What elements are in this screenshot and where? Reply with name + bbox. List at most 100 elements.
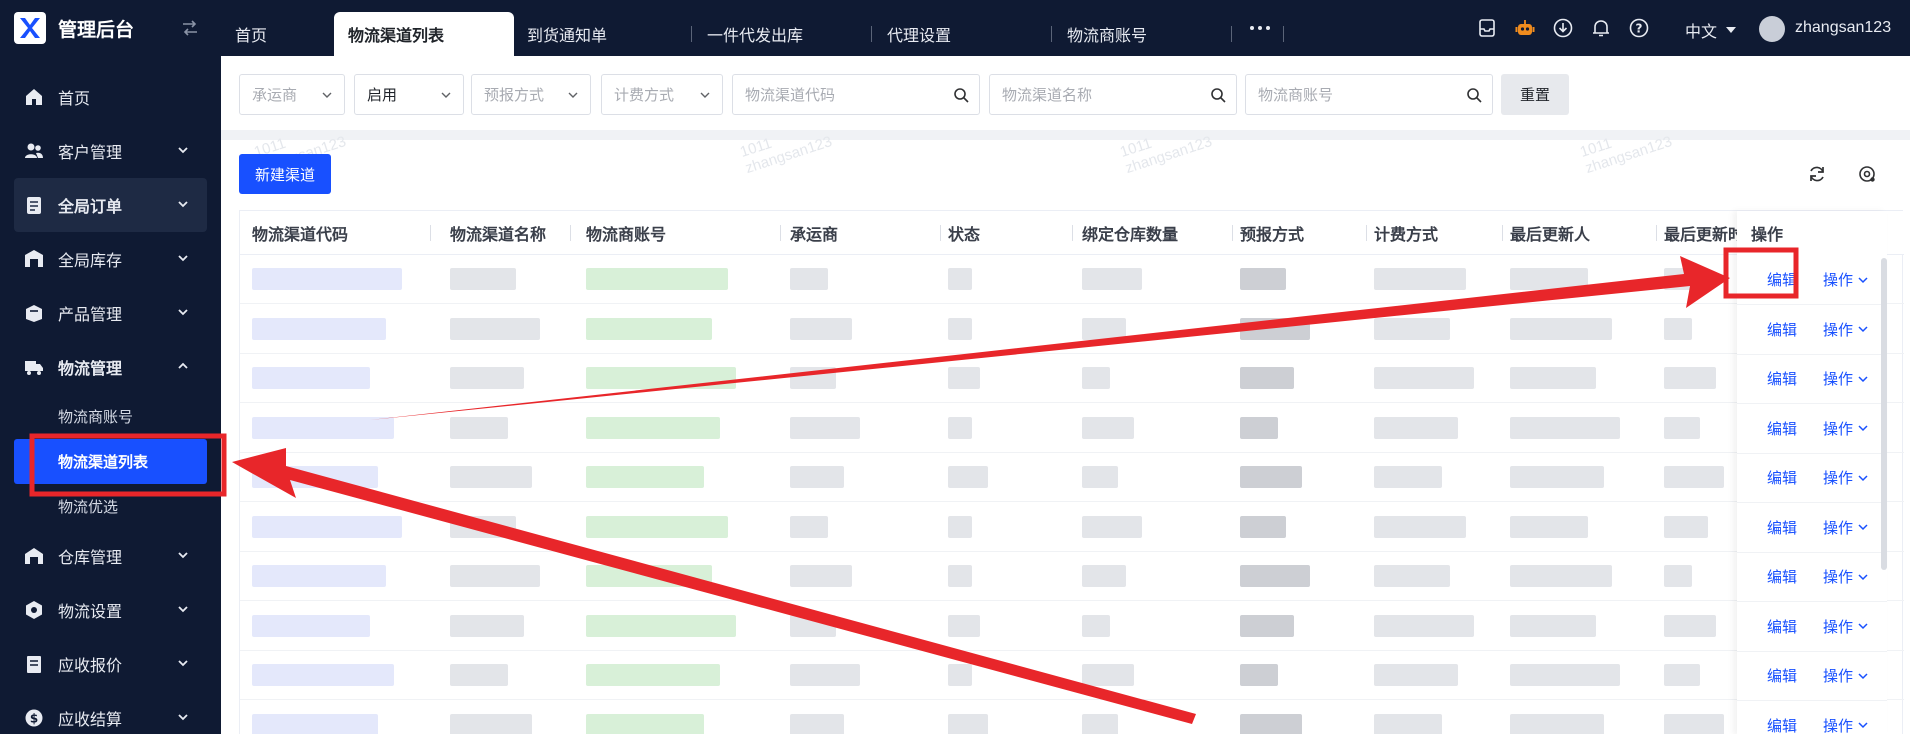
column-header: 操作 [1751,227,1784,244]
more-actions-dropdown[interactable]: 操作 [1823,517,1868,538]
more-actions-dropdown[interactable]: 操作 [1823,467,1868,488]
tab-provider-accounts[interactable]: 物流商账号 [1053,12,1229,56]
table-cell-redacted [1664,713,1724,734]
help-icon[interactable]: ? [1629,18,1649,38]
table-row [240,602,1904,651]
table-cell-redacted [252,614,370,637]
row-divider [1737,304,1887,305]
more-tabs-icon[interactable] [1248,18,1272,38]
table-cell-redacted [586,367,736,389]
tab-arrival-notice[interactable]: 到货通知单 [513,12,689,56]
edit-link[interactable]: 编辑 [1767,715,1797,734]
refresh-icon[interactable] [1807,164,1827,184]
tab-channel-list[interactable]: 物流渠道列表 [334,12,514,56]
edit-link[interactable]: 编辑 [1767,616,1797,637]
collapse-sidebar-icon[interactable] [181,19,199,37]
edit-link[interactable]: 编辑 [1767,517,1797,538]
more-actions-label: 操作 [1823,371,1854,388]
table-cell-redacted [1374,367,1474,389]
table-scrollbar[interactable] [1881,258,1887,570]
column-separator [940,225,941,241]
column-header: 状态 [948,227,981,244]
users-icon [24,141,44,161]
table-cell-redacted [1240,515,1286,538]
edit-link[interactable]: 编辑 [1767,665,1797,686]
sidebar-item-customers[interactable]: 客户管理 [0,124,221,178]
sidebar-item-home[interactable]: 首页 [0,70,221,124]
sidebar-item-logistics-settings[interactable]: 物流设置 [0,583,221,637]
language-select[interactable]: 中文 [1685,18,1737,42]
table-cell-redacted [252,268,402,290]
table-cell-redacted [1374,713,1442,734]
search-icon[interactable] [953,87,969,103]
dollar-icon: $ [24,708,44,728]
table-cell-redacted [252,367,370,389]
edit-link[interactable]: 编辑 [1767,566,1797,587]
avatar[interactable] [1759,16,1785,42]
sidebar-item-products[interactable]: 产品管理 [0,286,221,340]
new-channel-button[interactable]: 新建渠道 [239,154,331,194]
channel-code-input[interactable]: 物流渠道代码 [732,74,980,115]
tab-agent-settings[interactable]: 代理设置 [873,12,1049,56]
sidebar-item-logistics[interactable]: 物流管理 [0,340,221,394]
more-actions-dropdown[interactable]: 操作 [1823,319,1868,340]
forecast-method-select[interactable]: 预报方式 [471,74,591,115]
tab-dropship-outbound[interactable]: 一件代发出库 [693,12,869,56]
column-header: 承运商 [790,227,839,244]
sidebar-subitem-logistics-optimize[interactable]: 物流优选 [0,484,221,529]
more-actions-label: 操作 [1823,420,1854,438]
sidebar-item-receivable-settlement[interactable]: $ 应收结算 [0,691,221,734]
more-actions-dropdown[interactable]: 操作 [1823,616,1868,637]
table-cell-redacted [586,317,712,340]
more-actions-dropdown[interactable]: 操作 [1823,665,1868,686]
table-row [240,552,1904,601]
carrier-select[interactable]: 承运商 [239,74,345,115]
table-cell-redacted [790,268,828,290]
table-cell-redacted [790,565,852,587]
sidebar-item-receivable-quote[interactable]: 应收报价 [0,637,221,691]
table-cell-redacted [1374,317,1450,340]
billing-method-select[interactable]: 计费方式 [601,74,723,115]
more-actions-dropdown[interactable]: 操作 [1823,418,1868,439]
more-actions-dropdown[interactable]: 操作 [1823,368,1868,389]
edit-link[interactable]: 编辑 [1767,368,1797,389]
table-cell-redacted [1510,268,1588,290]
sidebar-item-orders[interactable]: 全局订单 [14,178,207,232]
edit-link[interactable]: 编辑 [1767,418,1797,439]
search-icon[interactable] [1466,87,1482,103]
more-actions-dropdown[interactable]: 操作 [1823,566,1868,587]
edit-link[interactable]: 编辑 [1767,269,1797,290]
download-icon[interactable] [1553,18,1573,38]
table-cell-redacted [1664,515,1708,538]
chevron-up-icon [178,362,188,369]
more-actions-dropdown[interactable]: 操作 [1823,269,1868,290]
status-select[interactable]: 启用 [354,74,464,115]
settings-icon [24,600,44,620]
table-cell-redacted [1240,614,1294,637]
edit-link[interactable]: 编辑 [1767,467,1797,488]
username[interactable]: zhangsan123 [1795,19,1891,37]
sidebar-subitem-channel-list[interactable]: 物流渠道列表 [14,439,207,484]
sidebar-item-warehouse[interactable]: 仓库管理 [0,529,221,583]
product-icon [24,303,44,323]
robot-icon[interactable] [1515,18,1535,38]
sidebar-item-label: 应收报价 [58,658,123,675]
table-cell-redacted [1664,416,1700,439]
tab-label: 一件代发出库 [707,28,804,45]
provider-account-input[interactable]: 物流商账号 [1245,74,1493,115]
inbox-icon[interactable] [1477,18,1497,38]
svg-text:?: ? [1636,22,1643,36]
column-separator [1072,225,1073,241]
sidebar-item-inventory[interactable]: 全局库存 [0,232,221,286]
bell-icon[interactable] [1591,18,1611,38]
more-actions-dropdown[interactable]: 操作 [1823,715,1868,734]
search-icon[interactable] [1210,87,1226,103]
reset-button[interactable]: 重置 [1501,74,1569,115]
column-settings-icon[interactable] [1857,164,1877,184]
tab-label: 物流商账号 [1067,28,1148,45]
tab-home[interactable]: 首页 [221,12,331,56]
row-divider [1737,700,1887,701]
channel-name-input[interactable]: 物流渠道名称 [989,74,1237,115]
edit-link[interactable]: 编辑 [1767,319,1797,340]
sidebar-subitem-provider-accounts[interactable]: 物流商账号 [0,394,221,439]
